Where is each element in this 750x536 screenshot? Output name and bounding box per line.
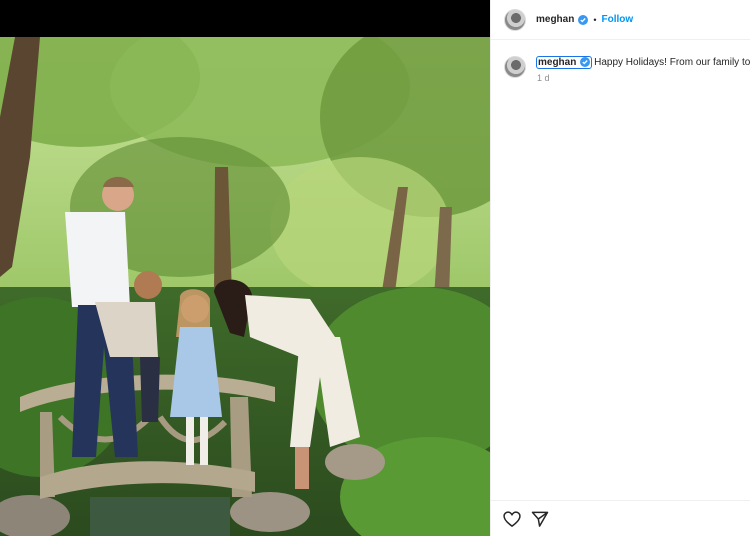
follow-button[interactable]: Follow	[602, 14, 634, 25]
post-actions	[491, 500, 750, 536]
separator-dot: •	[593, 14, 597, 25]
avatar[interactable]	[504, 8, 526, 31]
post-sidebar: meghan • Follow meghan Happy Holidays! F…	[490, 0, 750, 536]
caption-line: meghan Happy Holidays! From our family t…	[535, 56, 750, 70]
paper-plane-icon[interactable]	[530, 509, 550, 529]
caption-username: meghan	[538, 57, 577, 68]
header-username[interactable]: meghan	[536, 14, 574, 25]
caption-body: meghan Happy Holidays! From our family t…	[535, 56, 750, 83]
caption-avatar[interactable]	[504, 56, 526, 78]
instagram-post-viewer: meghan • Follow meghan Happy Holidays! F…	[0, 0, 750, 536]
caption-text: Happy Holidays! From our family to y	[594, 57, 750, 68]
verified-badge-icon	[580, 57, 591, 68]
caption-username-link[interactable]: meghan	[535, 56, 593, 69]
post-caption: meghan Happy Holidays! From our family t…	[504, 56, 750, 83]
post-header: meghan • Follow	[491, 0, 750, 40]
heart-icon[interactable]	[502, 509, 522, 529]
post-timestamp[interactable]: 1 d	[537, 73, 750, 83]
post-photo	[0, 37, 490, 536]
verified-badge-icon	[578, 14, 589, 25]
post-media[interactable]	[0, 0, 490, 536]
